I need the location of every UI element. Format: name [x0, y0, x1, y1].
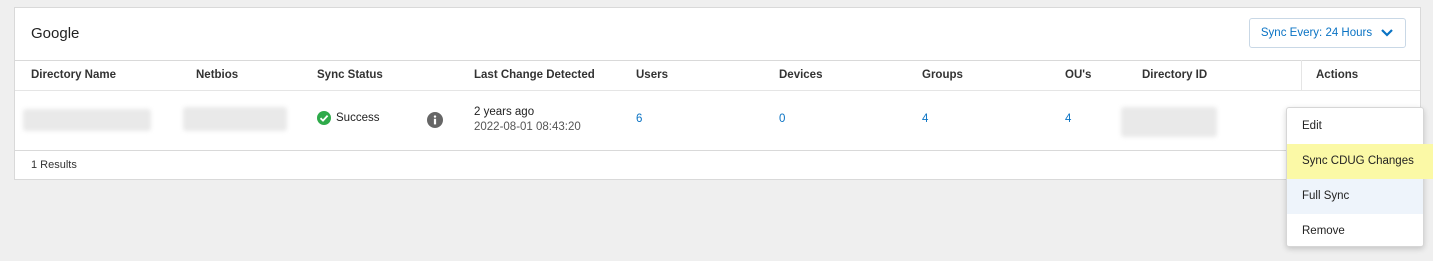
divider: [15, 150, 1420, 151]
sync-status: Success: [317, 111, 379, 125]
col-header-netbios: Netbios: [196, 69, 239, 81]
users-count-link[interactable]: 6: [636, 113, 642, 125]
divider: [15, 90, 1420, 91]
menu-item-edit[interactable]: Edit: [1287, 109, 1423, 144]
col-header-devices: Devices: [779, 69, 823, 81]
sync-interval-button[interactable]: Sync Every: 24 Hours: [1249, 18, 1406, 48]
panel-title: Google: [31, 25, 80, 42]
col-header-directory-name: Directory Name: [31, 69, 117, 81]
redacted-netbios: [183, 107, 287, 131]
devices-count-link[interactable]: 0: [779, 113, 785, 125]
col-header-actions: Actions: [1316, 69, 1359, 81]
redacted-directory-id: [1121, 107, 1217, 137]
menu-item-sync-cdug-changes[interactable]: Sync CDUG Changes: [1287, 144, 1433, 179]
info-icon[interactable]: [427, 112, 443, 128]
last-change-relative: 2 years ago: [474, 106, 535, 118]
last-change-timestamp: 2022-08-01 08:43:20: [474, 121, 581, 133]
menu-item-full-sync[interactable]: Full Sync: [1287, 179, 1423, 214]
success-check-icon: [317, 111, 331, 125]
sync-interval-label: Sync Every: 24 Hours: [1260, 27, 1373, 39]
menu-item-remove[interactable]: Remove: [1287, 214, 1423, 249]
ous-count-link[interactable]: 4: [1065, 113, 1071, 125]
col-header-users: Users: [636, 69, 668, 81]
sync-status-text: Success: [336, 112, 380, 124]
col-header-ous: OU's: [1065, 69, 1092, 81]
results-count: 1 Results: [31, 159, 77, 171]
redacted-directory-name: [23, 109, 151, 131]
chevron-down-icon: [1381, 29, 1393, 37]
col-header-directory-id: Directory ID: [1142, 69, 1208, 81]
col-header-last-change: Last Change Detected: [474, 69, 595, 81]
col-header-groups: Groups: [922, 69, 963, 81]
divider: [15, 60, 1420, 61]
directory-panel: Google Sync Every: 24 Hours Directory Na…: [14, 7, 1421, 180]
col-header-sync-status: Sync Status: [317, 69, 383, 81]
actions-dropdown-menu: Edit Sync CDUG Changes Full Sync Remove: [1286, 107, 1433, 249]
groups-count-link[interactable]: 4: [922, 113, 928, 125]
divider: [1301, 60, 1302, 90]
